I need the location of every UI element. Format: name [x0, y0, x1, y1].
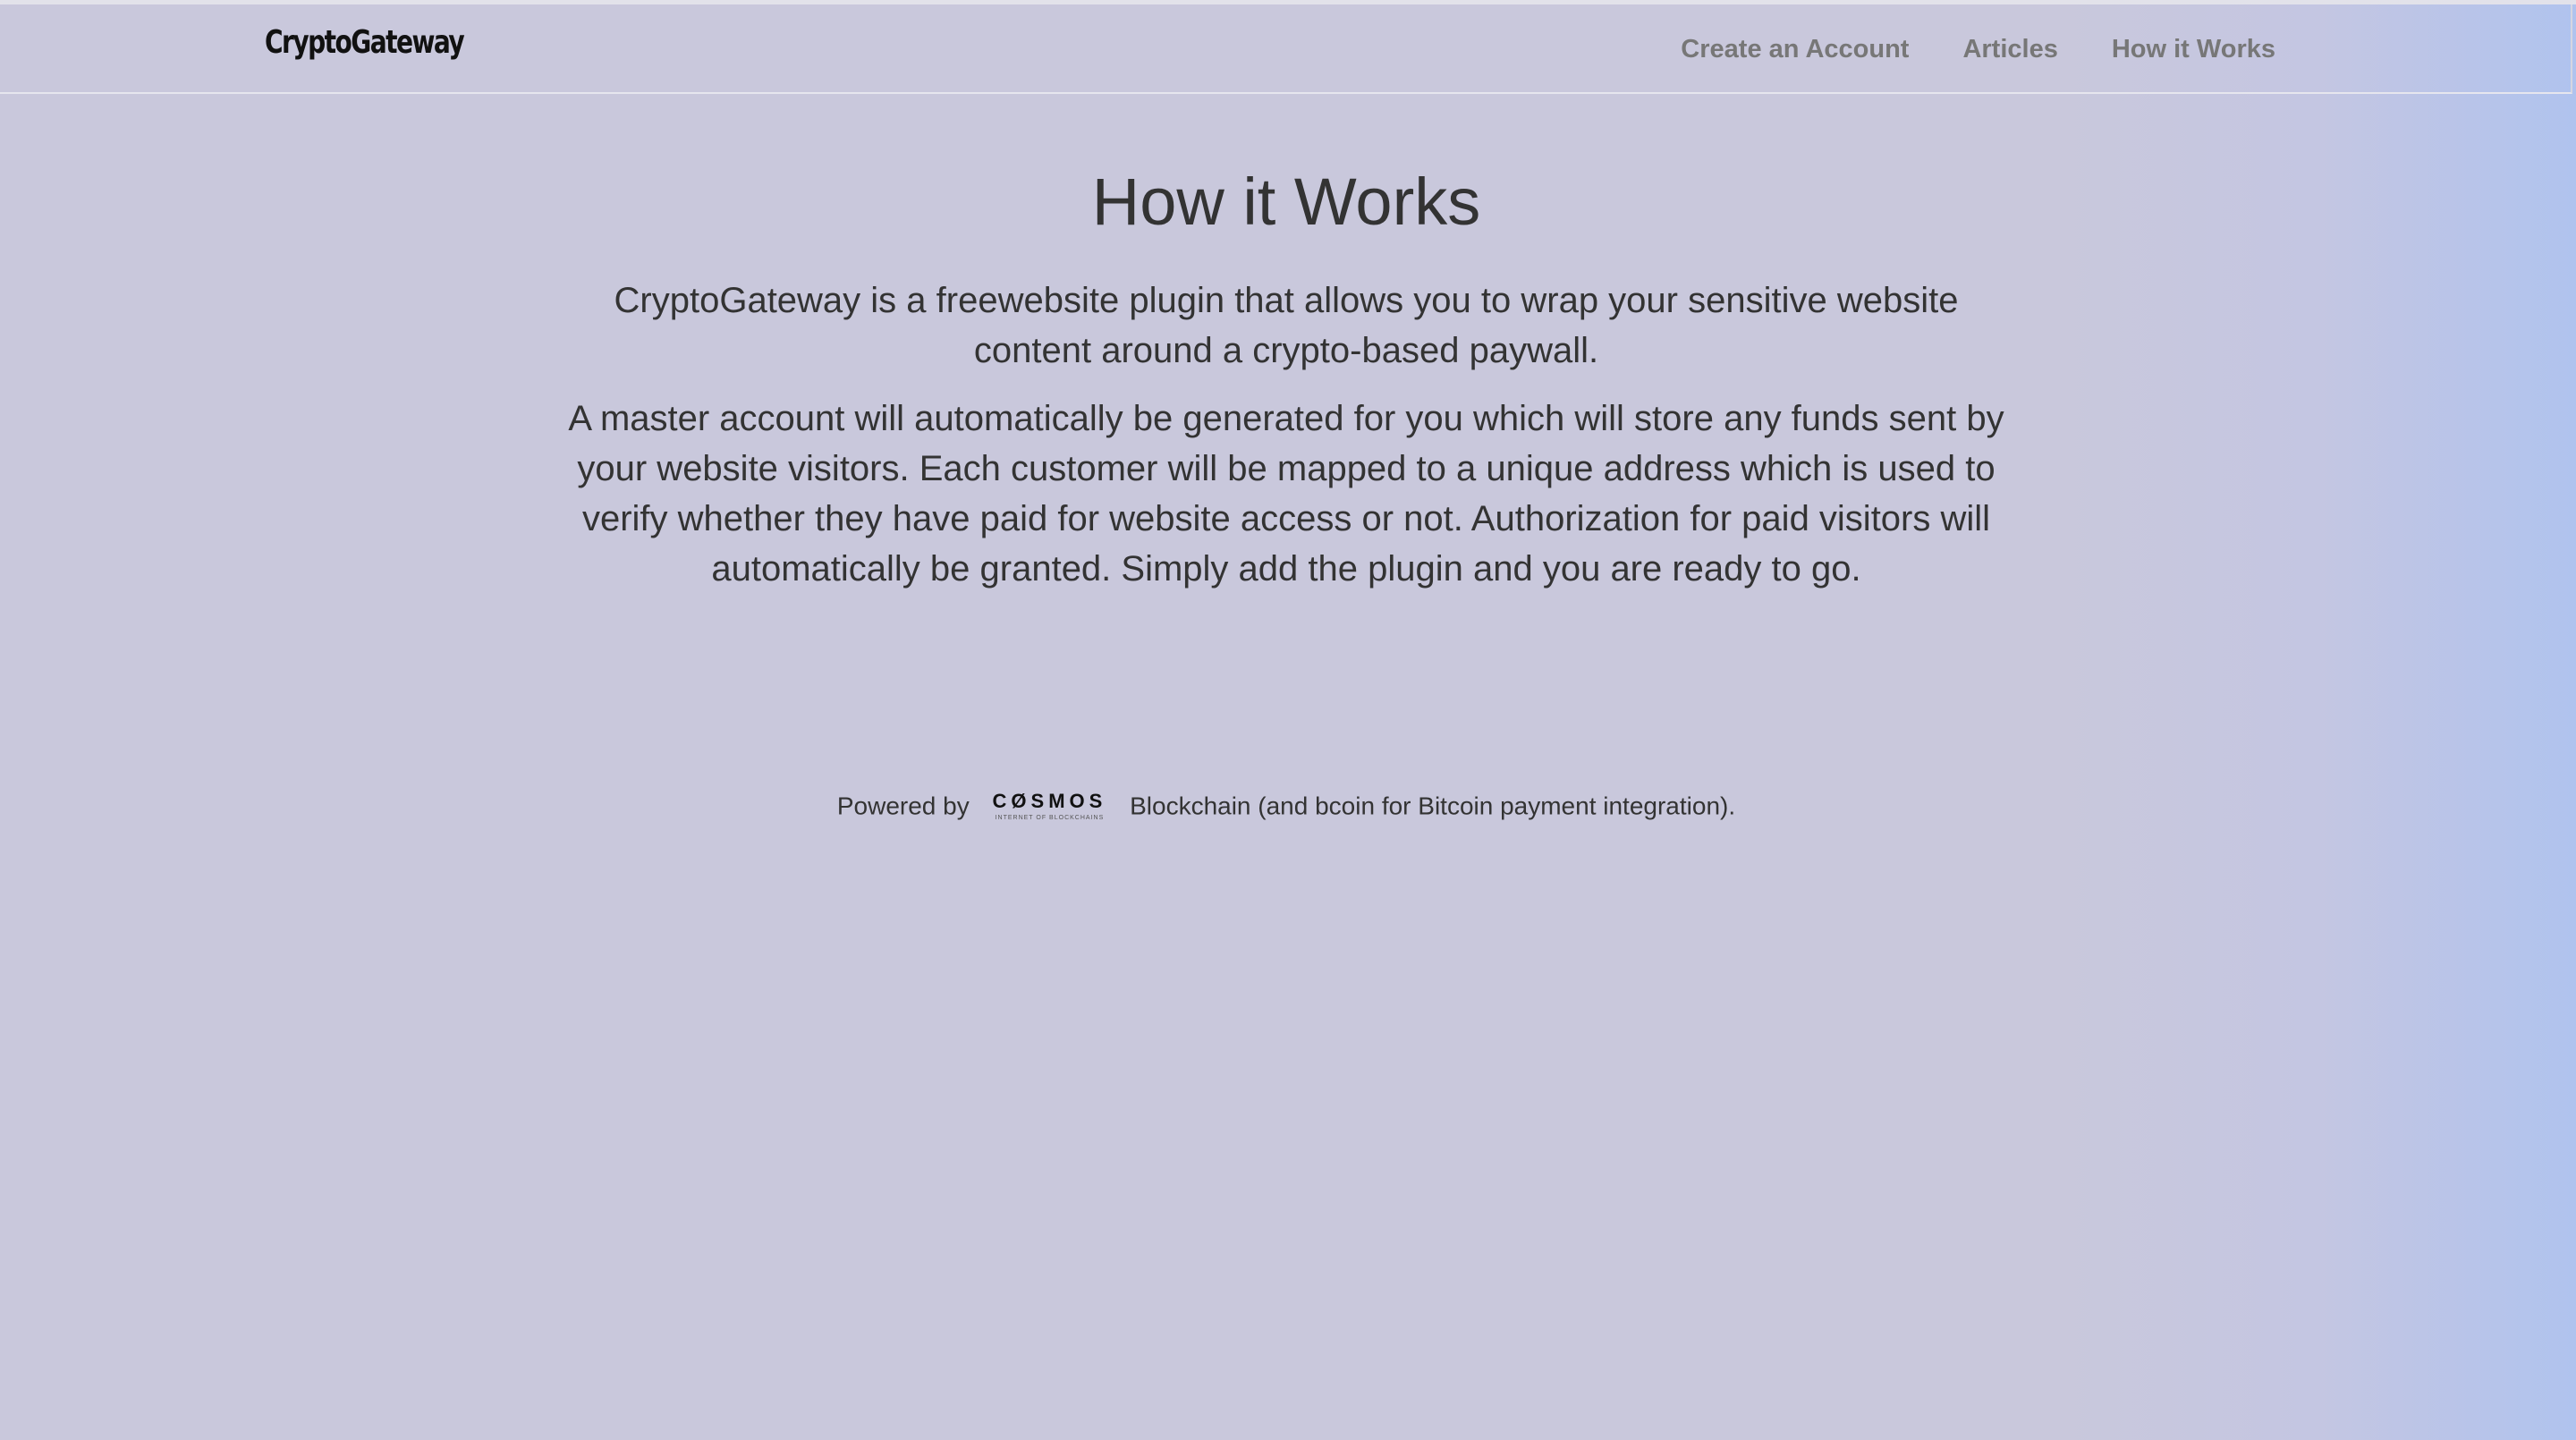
navbar: CryptoGateway Create an Account Articles…: [0, 4, 2572, 94]
main-content: How it Works CryptoGateway is a freewebs…: [0, 161, 2572, 594]
page-title: How it Works: [1091, 165, 1481, 239]
nav-links: Create an Account Articles How it Works: [1681, 35, 2275, 64]
intro-paragraph: CryptoGateway is a freewebsite plugin th…: [614, 281, 1959, 370]
brand-logo[interactable]: CryptoGateway: [265, 24, 465, 61]
nav-link-articles[interactable]: Articles: [1962, 35, 2057, 64]
powered-by-suffix: Blockchain (and bcoin for Bitcoin paymen…: [1130, 792, 1736, 820]
cosmos-logo: CØSMOS INTERNET OF BLOCKCHAINS: [992, 790, 1107, 822]
details-paragraph: A master account will automatically be g…: [568, 399, 2004, 589]
nav-link-create-account[interactable]: Create an Account: [1681, 35, 1909, 64]
nav-link-how-it-works[interactable]: How it Works: [2112, 35, 2275, 64]
powered-by-line: Powered by CØSMOS INTERNET OF BLOCKCHAIN…: [0, 787, 2572, 825]
powered-by-prefix: Powered by: [836, 792, 970, 820]
cosmos-logo-word: CØSMOS: [992, 790, 1107, 813]
cosmos-logo-tagline: INTERNET OF BLOCKCHAINS: [995, 815, 1105, 822]
